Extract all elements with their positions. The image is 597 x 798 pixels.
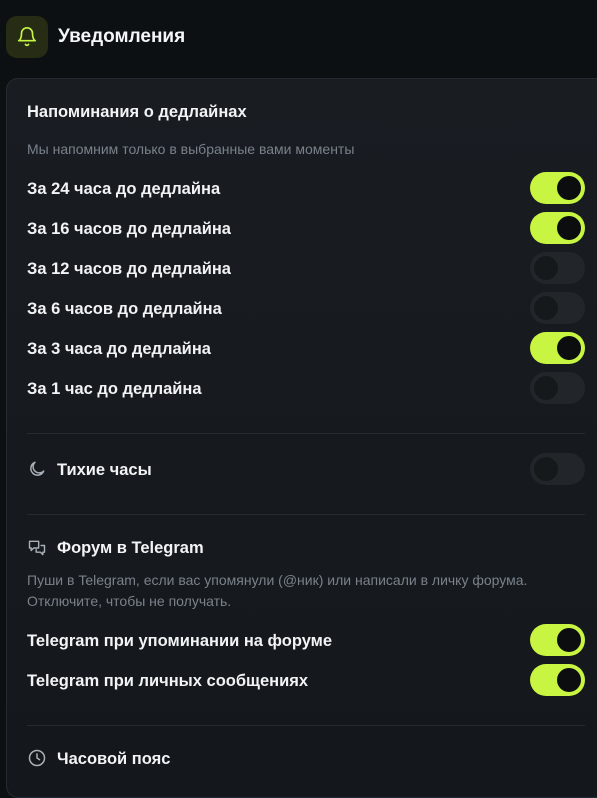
header: Уведомления	[0, 0, 597, 76]
toggle-knob	[557, 336, 581, 360]
toggle-knob	[534, 457, 558, 481]
deadline-3h-label: За 3 часа до дедлайна	[27, 340, 211, 358]
quiet-hours-label: Тихие часы	[57, 461, 152, 479]
deadline-6h-toggle[interactable]	[530, 292, 585, 324]
deadline-16h-toggle[interactable]	[530, 212, 585, 244]
chat-bubbles-icon	[28, 540, 46, 556]
deadline-3h-toggle[interactable]	[530, 332, 585, 364]
deadline-1h-toggle[interactable]	[530, 372, 585, 404]
divider	[27, 725, 585, 726]
deadline-24h-label: За 24 часа до дедлайна	[27, 180, 221, 198]
clock-icon	[28, 749, 46, 767]
page-title: Уведомления	[58, 26, 186, 47]
telegram-dm-label: Telegram при личных сообщениях	[27, 672, 309, 690]
toggle-knob	[557, 216, 581, 240]
deadline-24h-toggle[interactable]	[530, 172, 585, 204]
forum-description: Пуши в Telegram, если вас упомянули (@ни…	[27, 572, 528, 609]
deadline-12h-label: За 12 часов до дедлайна	[27, 260, 231, 278]
moon-icon	[30, 461, 45, 476]
toggle-knob	[534, 376, 558, 400]
toggle-knob	[557, 176, 581, 200]
toggle-knob	[557, 628, 581, 652]
timezone-title: Часовой пояс	[57, 750, 171, 768]
telegram-mentions-label: Telegram при упоминании на форуме	[27, 632, 333, 650]
divider	[27, 514, 585, 515]
toggle-knob	[534, 256, 558, 280]
deadlines-subtitle: Мы напомним только в выбранные вами моме…	[27, 141, 355, 157]
deadlines-title: Напоминания о дедлайнах	[27, 103, 247, 121]
deadline-12h-toggle[interactable]	[530, 252, 585, 284]
bell-icon	[17, 27, 37, 47]
divider	[27, 433, 585, 434]
telegram-mentions-toggle[interactable]	[530, 624, 585, 656]
deadline-16h-label: За 16 часов до дедлайна	[27, 220, 231, 238]
telegram-dm-toggle[interactable]	[530, 664, 585, 696]
deadline-1h-label: За 1 час до дедлайна	[27, 380, 202, 398]
deadline-6h-label: За 6 часов до дедлайна	[27, 300, 222, 318]
toggle-knob	[534, 296, 558, 320]
toggle-knob	[557, 668, 581, 692]
forum-title: Форум в Telegram	[57, 539, 204, 557]
quiet-hours-toggle[interactable]	[530, 453, 585, 485]
bell-icon-box	[6, 16, 48, 58]
